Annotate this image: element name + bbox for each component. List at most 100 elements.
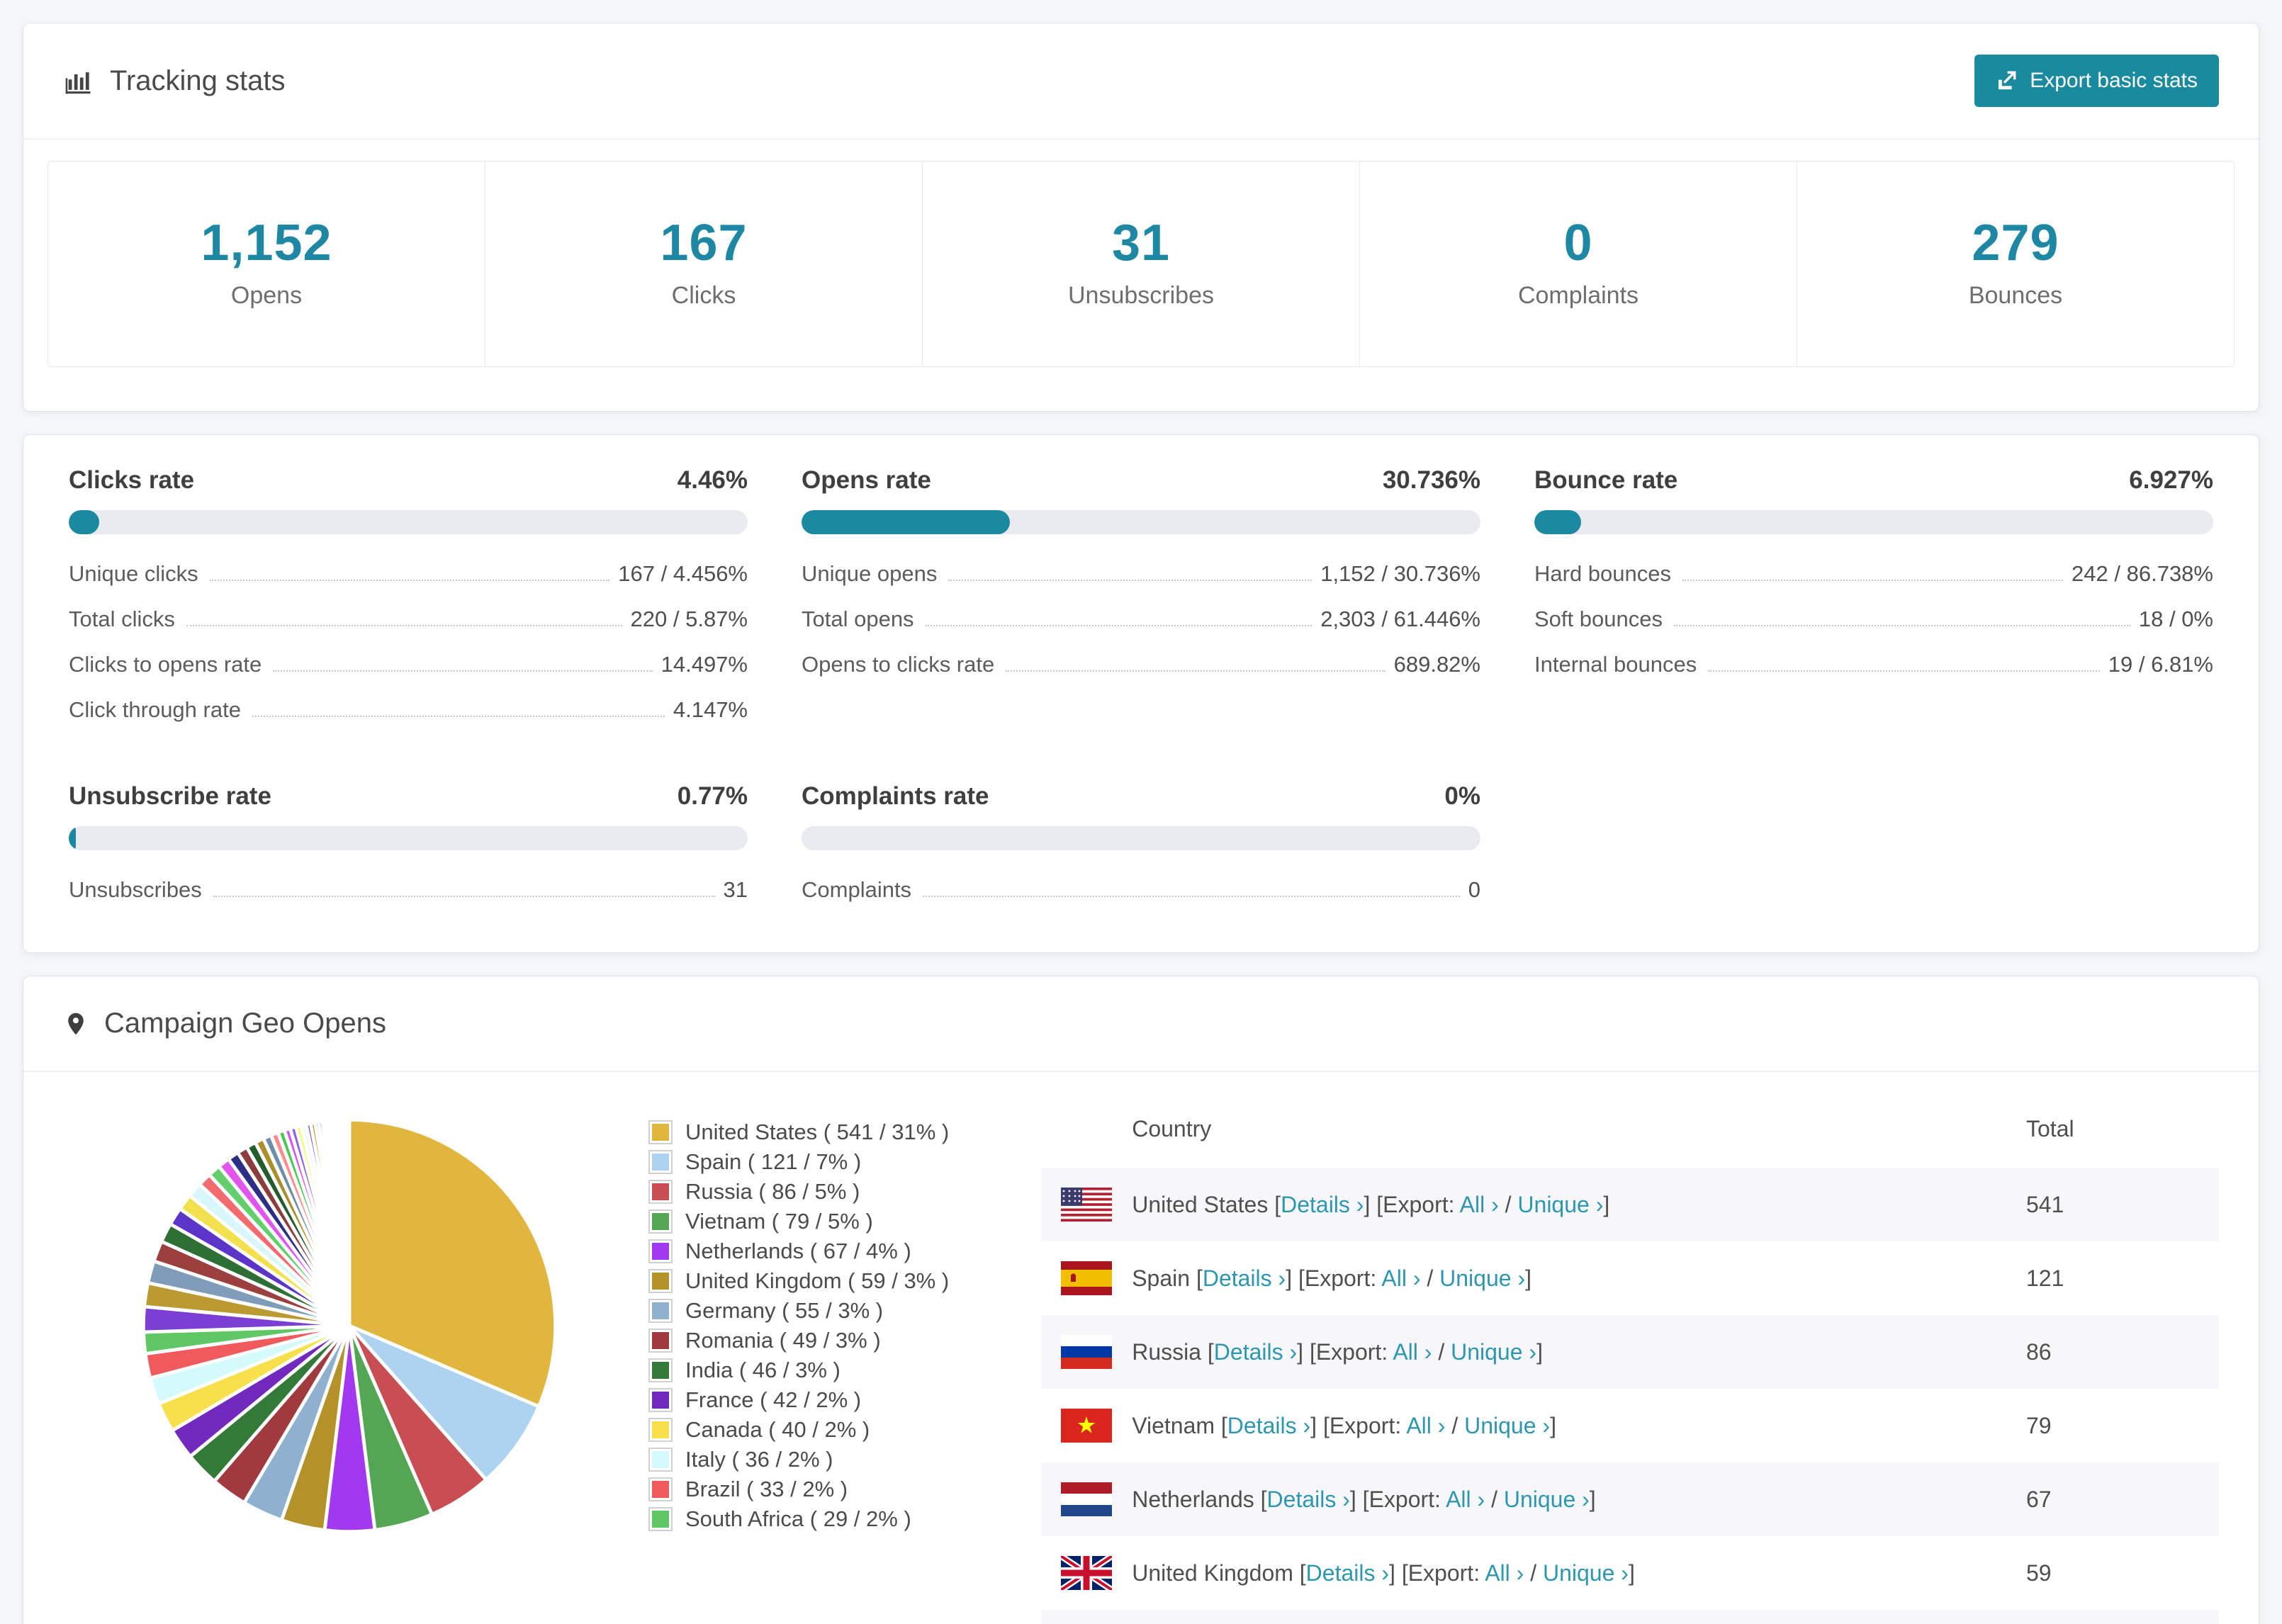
- legend-item-vietnam: Vietnam ( 79 / 5% ): [648, 1207, 949, 1236]
- legend-item-italy: Italy ( 36 / 2% ): [648, 1445, 949, 1474]
- export-unique-link[interactable]: Unique ›: [1451, 1339, 1536, 1365]
- rate-row-label: Total clicks: [69, 607, 175, 631]
- legend-label: United Kingdom ( 59 / 3% ): [685, 1268, 950, 1293]
- details-link[interactable]: Details ›: [1203, 1265, 1286, 1291]
- country-name: Vietnam: [1132, 1412, 1215, 1438]
- dotted-leader: [213, 896, 715, 897]
- bar-chart-icon: [65, 72, 91, 94]
- export-unique-link[interactable]: Unique ›: [1517, 1192, 1603, 1217]
- country-cell-text: Vietnam [Details ›] [Export: All › / Uni…: [1132, 1412, 1556, 1438]
- country-cell-text: Russia [Details ›] [Export: All › / Uniq…: [1132, 1338, 1543, 1365]
- summary-stat-unsubscribes: 31 Unsubscribes: [922, 162, 1359, 366]
- rate-row-unique-opens: Unique opens 1,152 / 30.736%: [802, 551, 1480, 597]
- rate-value: 6.927%: [2129, 466, 2213, 494]
- export-unique-link[interactable]: Unique ›: [1543, 1560, 1629, 1586]
- summary-stat-clicks: 167 Clicks: [485, 162, 922, 366]
- rate-row-value: 242 / 86.738%: [2072, 561, 2213, 586]
- rate-head: Opens rate 30.736%: [802, 466, 1480, 495]
- legend-swatch-icon: [648, 1269, 673, 1293]
- rate-row-label: Clicks to opens rate: [69, 652, 262, 677]
- legend-label: South Africa ( 29 / 2% ): [685, 1506, 911, 1531]
- legend-item-netherlands: Netherlands ( 67 / 4% ): [648, 1236, 949, 1266]
- table-row-united-kingdom: United Kingdom [Details ›] [Export: All …: [1041, 1536, 2219, 1610]
- export-basic-stats-button[interactable]: Export basic stats: [1974, 55, 2219, 107]
- legend-label: Italy ( 36 / 2% ): [685, 1447, 833, 1472]
- rate-row-label: Internal bounces: [1534, 652, 1697, 677]
- legend-swatch-icon: [648, 1448, 673, 1472]
- export-all-link[interactable]: All ›: [1406, 1413, 1445, 1438]
- geo-table-wrap: Country Total United States [Details ›] …: [1041, 1090, 2219, 1624]
- legend-label: Netherlands ( 67 / 4% ): [685, 1239, 911, 1263]
- country-name: Russia: [1132, 1338, 1202, 1365]
- pie-chart-svg[interactable]: [130, 1106, 569, 1545]
- export-all-link[interactable]: All ›: [1460, 1192, 1499, 1217]
- details-link[interactable]: Details ›: [1281, 1192, 1364, 1217]
- rate-row-label: Total opens: [802, 607, 914, 631]
- table-row-russia: Russia [Details ›] [Export: All › / Uniq…: [1041, 1315, 2219, 1389]
- rate-block-unsubscribe-rate: Unsubscribe rate 0.77% Unsubscribes 31: [69, 782, 748, 913]
- legend-item-germany: Germany ( 55 / 3% ): [648, 1296, 949, 1326]
- legend-label: Russia ( 86 / 5% ): [685, 1179, 860, 1204]
- rate-row-label: Soft bounces: [1534, 607, 1663, 631]
- legend-label: Canada ( 40 / 2% ): [685, 1417, 870, 1442]
- details-link[interactable]: Details ›: [1306, 1560, 1389, 1586]
- rate-value: 0%: [1444, 782, 1480, 810]
- export-all-link[interactable]: All ›: [1381, 1265, 1420, 1291]
- export-unique-link[interactable]: Unique ›: [1464, 1413, 1550, 1438]
- rate-row-total-clicks: Total clicks 220 / 5.87%: [69, 597, 748, 642]
- legend-swatch-icon: [648, 1209, 673, 1234]
- legend-label: Germany ( 55 / 3% ): [685, 1298, 884, 1323]
- export-unique-link[interactable]: Unique ›: [1439, 1265, 1525, 1291]
- details-link[interactable]: Details ›: [1267, 1487, 1350, 1512]
- rate-rows: Complaints 0: [802, 867, 1480, 913]
- stat-label: Bounces: [1968, 282, 2063, 309]
- page-title: Tracking stats: [110, 64, 286, 96]
- details-link[interactable]: Details ›: [1214, 1339, 1297, 1365]
- column-header-country: Country: [1132, 1116, 1212, 1141]
- rate-progress-fill: [69, 826, 76, 850]
- export-all-link[interactable]: All ›: [1485, 1560, 1524, 1586]
- legend-item-india: India ( 46 / 3% ): [648, 1355, 949, 1385]
- stat-value: 1,152: [201, 215, 332, 271]
- rate-progress-track: [802, 826, 1480, 850]
- rate-row-label: Click through rate: [69, 697, 241, 722]
- rate-row-hard-bounces: Hard bounces 242 / 86.738%: [1534, 551, 2213, 597]
- country-name: United States: [1132, 1191, 1269, 1217]
- dotted-leader: [1708, 670, 2100, 672]
- legend-label: India ( 46 / 3% ): [685, 1358, 841, 1382]
- legend-swatch-icon: [648, 1388, 673, 1412]
- rates-card: Clicks rate 4.46% Unique clicks 167 / 4.…: [23, 434, 2259, 953]
- table-row-vietnam: Vietnam [Details ›] [Export: All › / Uni…: [1041, 1389, 2219, 1462]
- rate-row-value: 0: [1468, 877, 1480, 902]
- summary-stat-opens: 1,152 Opens: [48, 162, 485, 366]
- rate-rows: Unique opens 1,152 / 30.736% Total opens…: [802, 551, 1480, 687]
- rate-progress-fill: [69, 510, 99, 534]
- legend-label: Romania ( 49 / 3% ): [685, 1328, 881, 1353]
- export-all-link[interactable]: All ›: [1393, 1339, 1432, 1365]
- rate-progress-track: [802, 510, 1480, 534]
- geo-title: Campaign Geo Opens: [104, 1008, 387, 1039]
- rate-row-value: 167 / 4.456%: [618, 561, 748, 586]
- legend-item-brazil: Brazil ( 33 / 2% ): [648, 1474, 949, 1504]
- rate-progress-fill: [802, 510, 1011, 534]
- country-cell-text: Netherlands [Details ›] [Export: All › /…: [1132, 1486, 1596, 1512]
- summary-stat-complaints: 0 Complaints: [1359, 162, 1797, 366]
- rate-rows: Unique clicks 167 / 4.456% Total clicks …: [69, 551, 748, 733]
- legend-swatch-icon: [648, 1507, 673, 1531]
- rate-rows: Hard bounces 242 / 86.738% Soft bounces …: [1534, 551, 2213, 687]
- rate-row-value: 19 / 6.81%: [2108, 652, 2213, 677]
- geo-title-wrap: Campaign Geo Opens: [63, 1008, 386, 1039]
- dotted-leader: [252, 716, 665, 717]
- export-unique-link[interactable]: Unique ›: [1504, 1487, 1590, 1512]
- legend-swatch-icon: [648, 1329, 673, 1353]
- export-all-link[interactable]: All ›: [1446, 1487, 1485, 1512]
- stat-label: Unsubscribes: [1068, 282, 1214, 309]
- summary-stat-bounces: 279 Bounces: [1797, 162, 2234, 366]
- rate-row-soft-bounces: Soft bounces 18 / 0%: [1534, 597, 2213, 642]
- geo-opens-table: Country Total United States [Details ›] …: [1041, 1090, 2219, 1624]
- rate-row-value: 4.147%: [673, 697, 748, 722]
- tracking-stats-header: Tracking stats Export basic stats: [23, 23, 2259, 140]
- details-link[interactable]: Details ›: [1227, 1413, 1310, 1438]
- legend-swatch-icon: [648, 1358, 673, 1382]
- flag-nl-icon: [1061, 1482, 1113, 1516]
